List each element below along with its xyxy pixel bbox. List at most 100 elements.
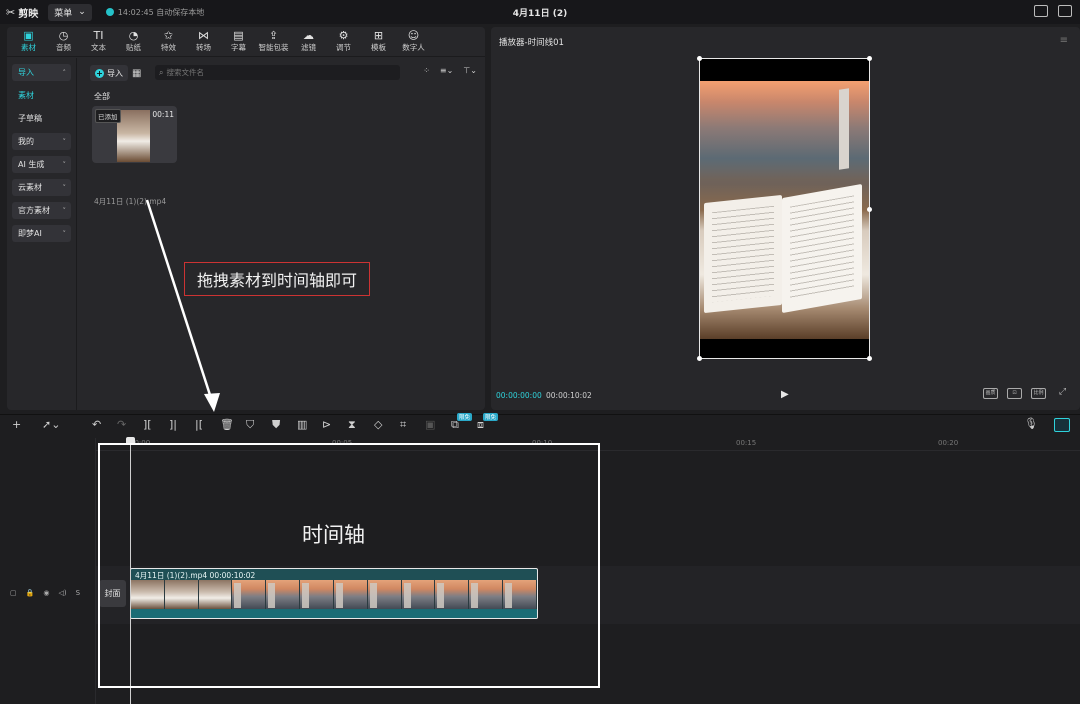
sidebar-item[interactable]: 子草稿 (12, 110, 71, 127)
link-toggle-icon[interactable] (1054, 418, 1070, 432)
select-cursor-icon[interactable]: ➚⌄ (42, 418, 60, 431)
mark-icon[interactable]: ⛉ (246, 418, 254, 432)
mirror-icon[interactable]: ⧗ (348, 418, 356, 432)
capcut-logo-icon: ✂ (6, 5, 16, 19)
lock-icon[interactable]: 🔒 (26, 589, 35, 597)
menu-button[interactable]: 菜单 ⌄ (48, 3, 92, 21)
play-icon[interactable]: ▶ (781, 389, 789, 400)
tool-tabs: ▣ 素材 ◷ 音频 TI 文本 ◔ 贴纸 ✩ 特效 ⋈ 转场 ▤ 字幕 ⇪ 智能包装 ☁ 滤镜 ⚙ 调节 ⊞ 模板 ☺ 数字人 (7, 27, 485, 57)
sidebar-item[interactable]: AI 生成 ˅ (12, 156, 71, 173)
resize-handle[interactable] (867, 356, 872, 361)
search-input[interactable] (166, 68, 367, 77)
sidebar-item-label: 导入 (18, 68, 34, 77)
timeline-annotation-text: 时间轴 (302, 523, 365, 547)
tab-audio[interactable]: ◷ 音频 (46, 27, 81, 56)
tab-label: 转场 (196, 43, 211, 52)
sidebar-item-label: 子草稿 (18, 114, 42, 123)
fullscreen-icon[interactable]: ⤢ (1055, 388, 1070, 399)
sidebar-item-label: 云素材 (18, 183, 42, 192)
tab-sticker[interactable]: ◔ 贴纸 (116, 27, 151, 56)
tab-filter[interactable]: ☁ 滤镜 (291, 27, 326, 56)
eye-icon[interactable]: ◉ (43, 589, 49, 597)
ratio-button[interactable]: 比例 (1031, 388, 1046, 399)
sidebar-item[interactable]: 官方素材 ˅ (12, 202, 71, 219)
sidebar-item-label: 即梦AI (18, 229, 42, 238)
tab-transition[interactable]: ⋈ 转场 (186, 27, 221, 56)
sidebar-item[interactable]: 导入 ˄ (12, 64, 71, 81)
tab-label: 字幕 (231, 43, 246, 52)
tab-effects[interactable]: ✩ 特效 (151, 27, 186, 56)
split-icon[interactable]: ][ (143, 418, 152, 431)
import-button[interactable]: + 导入 (90, 65, 128, 81)
shield-icon[interactable]: ⛊ (272, 418, 280, 432)
save-status-text: 14:02:45 自动保存本地 (117, 7, 205, 17)
chevron-icon: ˅ (62, 160, 67, 169)
tab-template[interactable]: ⊞ 模板 (361, 27, 396, 56)
split-left-icon[interactable]: ]| (169, 418, 177, 431)
zoom-fit-icon[interactable]: ⊡ (1007, 388, 1022, 399)
delete-icon[interactable]: 🗑 (220, 418, 234, 431)
track-controls: ▢ 🔒 ◉ ◁) S (10, 589, 80, 597)
clip-filename: 4月11日 (1)(2).mp4 (94, 197, 167, 206)
video-track-icon[interactable]: ▢ (10, 589, 17, 597)
quality-button[interactable]: 画质 (983, 388, 998, 399)
tab-label: 文本 (91, 43, 106, 52)
timeline-highlight-frame (98, 443, 600, 688)
effects-icon: ✩ (163, 29, 174, 42)
media-panel: ▣ 素材 ◷ 音频 TI 文本 ◔ 贴纸 ✩ 特效 ⋈ 转场 ▤ 字幕 ⇪ 智能包装 ☁ 滤镜 ⚙ 调节 ⊞ 模板 ☺ 数字人… (7, 27, 485, 410)
timeline-toolbar (0, 414, 1080, 438)
keyboard-icon[interactable] (1034, 5, 1048, 17)
sort-icon[interactable]: ≡⌄ (440, 66, 453, 75)
freeze-icon[interactable]: ▥ (297, 418, 307, 431)
current-time: 00:00:00:00 (496, 391, 542, 400)
tab-label: 素材 (21, 43, 36, 52)
filter-icon[interactable]: ⊤⌄ (463, 66, 477, 75)
layout-icon[interactable] (1058, 5, 1072, 17)
reverse-play-icon[interactable]: ⊳ (322, 418, 331, 431)
add-track-icon[interactable]: + (12, 418, 21, 431)
ruler-label: 00:20 (938, 439, 959, 447)
chevron-icon: ˅ (62, 206, 67, 215)
resize-handle[interactable] (697, 356, 702, 361)
tab-adjust[interactable]: ⚙ 调节 (326, 27, 361, 56)
tab-subtitle[interactable]: ▤ 字幕 (221, 27, 256, 56)
search-icon: ⌕ (159, 67, 164, 77)
microphone-icon[interactable]: 🎙 (1024, 417, 1038, 430)
tab-media[interactable]: ▣ 素材 (11, 27, 46, 56)
subtitle-icon: ▤ (233, 29, 244, 42)
sidebar-item-label: 我的 (18, 137, 34, 146)
resize-handle[interactable] (867, 56, 872, 61)
resize-handle[interactable] (697, 56, 702, 61)
media-clip-card[interactable]: 已添加 00:11 (92, 106, 177, 163)
check-circle-icon (105, 8, 114, 16)
hamburger-menu-icon[interactable]: ≡ (1060, 35, 1068, 46)
fit-icon[interactable]: ▣ (425, 418, 435, 431)
solo-icon[interactable]: S (76, 589, 80, 597)
section-all-label: 全部 (94, 92, 110, 101)
redo-icon[interactable]: ↷ (117, 418, 126, 431)
video-preview[interactable] (697, 56, 872, 361)
speaker-icon[interactable]: ◁) (58, 589, 66, 597)
annotation-callout: 拖拽素材到时间轴即可 (184, 262, 370, 296)
sidebar-item[interactable]: 云素材 ˅ (12, 179, 71, 196)
tab-text[interactable]: TI 文本 (81, 27, 116, 56)
tab-smart-pack[interactable]: ⇪ 智能包装 (256, 27, 291, 56)
view-mode-icon[interactable]: ⁘ (423, 66, 430, 75)
video-frame-image (700, 81, 869, 339)
tab-digital-human[interactable]: ☺ 数字人 (396, 27, 431, 56)
search-box[interactable]: ⌕ (155, 65, 400, 80)
audio-icon: ◷ (58, 29, 69, 42)
qr-grid-icon[interactable]: ▦ (132, 68, 141, 79)
resize-handle[interactable] (867, 207, 872, 212)
undo-icon[interactable]: ↶ (92, 418, 101, 431)
menu-label: 菜单 (54, 8, 73, 19)
split-right-icon[interactable]: |[ (195, 418, 203, 431)
player-panel: 播放器-时间线01 ≡ 00:00:00:00 00:00:10:02 ▶ 画质… (491, 27, 1080, 410)
media-content: + 导入 ▦ ⌕ ⁘ ≡⌄ ⊤⌄ 全部 已添加 00:11 4月11日 (1)(… (84, 58, 485, 410)
sidebar-item[interactable]: 即梦AI ˅ (12, 225, 71, 242)
sidebar-item[interactable]: 素材 (12, 87, 71, 104)
crop-icon[interactable]: ⌗ (400, 418, 406, 432)
chevron-icon: ˅ (62, 137, 67, 146)
rotate-icon[interactable]: ◇ (374, 418, 382, 431)
sidebar-item[interactable]: 我的 ˅ (12, 133, 71, 150)
